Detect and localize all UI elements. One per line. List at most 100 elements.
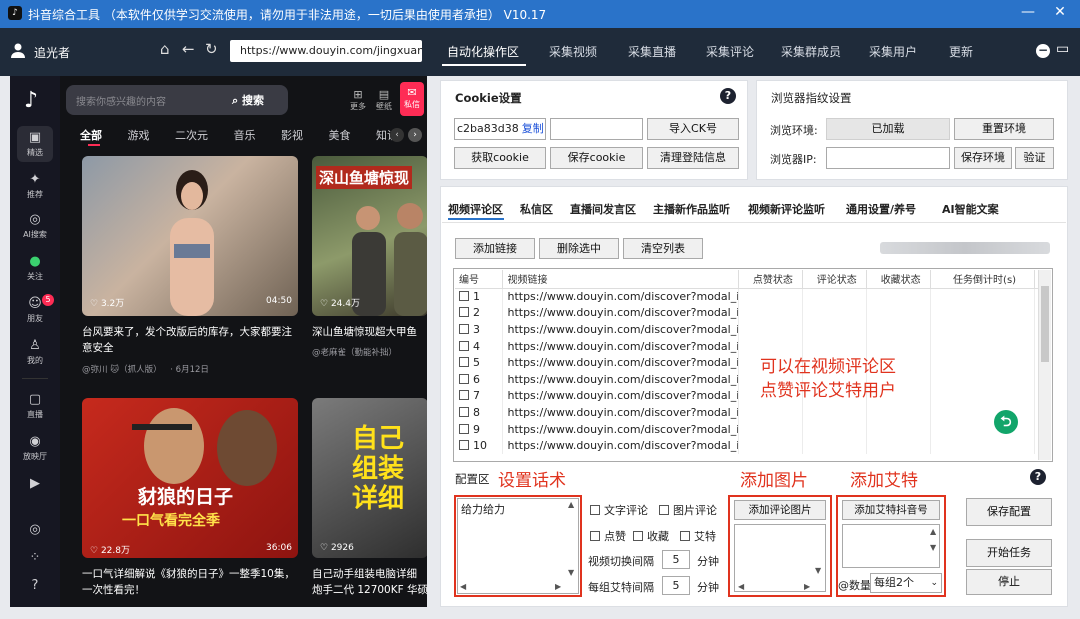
side-help[interactable]: ? — [10, 578, 60, 595]
table-row[interactable]: 4 https://www.douyin.com/discover?modal_i… — [455, 337, 1052, 355]
table-row[interactable]: 6 https://www.douyin.com/discover?modal_i… — [455, 370, 1052, 388]
row-checkbox[interactable] — [459, 357, 469, 368]
row-checkbox[interactable] — [459, 323, 469, 334]
category-games[interactable]: 游戏 — [128, 129, 150, 142]
switch-interval-input[interactable]: 5 — [662, 550, 690, 569]
douyin-search-bar[interactable]: 搜索你感兴趣的内容 ⌕ 搜索 — [66, 85, 288, 115]
row-no[interactable]: 2 — [455, 304, 504, 322]
minimize-button[interactable]: — — [1016, 4, 1040, 20]
cb-image-comment[interactable]: 图片评论 — [659, 502, 717, 518]
tab-collect-video[interactable]: 采集视频 — [549, 43, 597, 60]
url-field[interactable]: https://www.douyin.com/jingxuan — [230, 40, 422, 62]
get-cookie-button[interactable]: 获取cookie — [454, 147, 546, 169]
cookie-value-field[interactable]: c2ba83d38 复制 — [454, 118, 546, 140]
save-config-button[interactable]: 保存配置 — [966, 498, 1052, 526]
checkbox[interactable] — [680, 531, 690, 541]
category-prev-icon[interactable]: ‹ — [390, 128, 404, 142]
add-comment-image-button[interactable]: 添加评论图片 — [734, 500, 826, 520]
tab-collect-group[interactable]: 采集群成员 — [781, 43, 841, 60]
table-row[interactable]: 7 https://www.douyin.com/discover?modal_i… — [455, 387, 1052, 405]
top-more[interactable]: ⊞ 更多 — [348, 88, 368, 112]
home-icon[interactable]: ⌂ — [160, 40, 170, 58]
table-row[interactable]: 8 https://www.douyin.com/discover?modal_i… — [455, 404, 1052, 421]
checkbox[interactable] — [633, 531, 643, 541]
mention-scroll-down-icon[interactable]: ▼ — [930, 543, 936, 552]
table-row[interactable]: 5 https://www.douyin.com/discover?modal_i… — [455, 354, 1052, 371]
side-ai-search[interactable]: ◎ AI搜索 — [10, 212, 60, 240]
reset-env-button[interactable]: 重置环境 — [954, 118, 1054, 140]
image-list[interactable] — [734, 524, 826, 592]
top-wallpaper[interactable]: ▤ 壁纸 — [374, 88, 394, 112]
config-help-icon[interactable]: ? — [1030, 469, 1046, 485]
video-title-4[interactable]: 自己动手组装电脑详细 炮手二代 12700KF 华硕 — [312, 566, 427, 598]
video-title-3[interactable]: 一口气详细解说《豺狼的日子》一整季10集，一次性看完！ — [82, 566, 298, 598]
row-checkbox[interactable] — [459, 307, 469, 318]
import-ck-button[interactable]: 导入CK号 — [647, 118, 739, 140]
row-url[interactable]: https://www.douyin.com/discover?modal_id — [502, 288, 740, 305]
top-message[interactable]: ✉ 私信 — [400, 82, 424, 116]
tab-new-works[interactable]: 主播新作品监听 — [653, 201, 730, 217]
row-no[interactable]: 5 — [455, 354, 504, 371]
video-card-4[interactable]: 自己组装详细 ♡ 2926 — [312, 398, 427, 558]
row-checkbox[interactable] — [459, 423, 469, 434]
side-apps[interactable]: ⁘ — [10, 550, 60, 567]
row-checkbox[interactable] — [459, 390, 469, 401]
tab-update[interactable]: 更新 — [949, 43, 973, 60]
table-row[interactable]: 9 https://www.douyin.com/discover?modal_i… — [455, 420, 1052, 438]
row-url[interactable]: https://www.douyin.com/discover?modal_id — [502, 387, 740, 405]
row-no[interactable]: 3 — [455, 321, 504, 338]
table-row[interactable]: 3 https://www.douyin.com/discover?modal_i… — [455, 321, 1052, 338]
row-no[interactable]: 8 — [455, 404, 504, 421]
tab-automation[interactable]: 自动化操作区 — [447, 43, 519, 60]
row-url[interactable]: https://www.douyin.com/discover?modal_id — [502, 437, 740, 454]
table-row[interactable]: 1 https://www.douyin.com/discover?modal_i… — [455, 288, 1052, 305]
table-row[interactable]: 2 https://www.douyin.com/discover?modal_i… — [455, 304, 1052, 322]
side-aime[interactable]: ▶ — [10, 476, 60, 493]
mention-scroll-up-icon[interactable]: ▲ — [930, 527, 936, 536]
video-card-2[interactable]: 深山鱼塘惊现 ♡ 24.4万 — [312, 156, 427, 316]
close-button[interactable]: ✕ — [1048, 4, 1072, 20]
category-anime[interactable]: 二次元 — [175, 129, 208, 142]
side-settings[interactable]: ◎ — [10, 522, 60, 539]
row-checkbox[interactable] — [459, 340, 469, 351]
back-icon[interactable]: ← — [182, 40, 195, 58]
clear-list-button[interactable]: 清空列表 — [623, 238, 703, 259]
copy-link[interactable]: 复制 — [522, 122, 544, 135]
row-checkbox[interactable] — [459, 406, 469, 417]
checkbox[interactable] — [590, 531, 600, 541]
collapse-icon[interactable]: − — [1036, 44, 1050, 58]
tab-private-msg[interactable]: 私信区 — [520, 201, 553, 217]
side-follow[interactable]: ● 关注 — [10, 254, 60, 282]
video-card-3[interactable]: 豺狼的日子 一口气看完全季 ♡ 22.8万 36:06 — [82, 398, 298, 558]
verify-button[interactable]: 验证 — [1015, 147, 1054, 169]
add-mention-button[interactable]: 添加艾特抖音号 — [842, 500, 940, 520]
row-no[interactable]: 10 — [455, 437, 504, 454]
table-scroll-thumb[interactable] — [1041, 286, 1049, 362]
script-scroll-left-icon[interactable]: ◀ — [460, 582, 466, 591]
refresh-icon[interactable]: ↻ — [205, 40, 218, 58]
side-me[interactable]: ♙ 我的 — [10, 338, 60, 366]
tab-collect-comments[interactable]: 采集评论 — [706, 43, 754, 60]
save-cookie-button[interactable]: 保存cookie — [550, 147, 643, 169]
category-music[interactable]: 音乐 — [234, 129, 256, 142]
cb-text-comment[interactable]: 文字评论 — [590, 502, 648, 518]
tab-new-comments[interactable]: 视频新评论监听 — [748, 201, 825, 217]
clear-login-button[interactable]: 清理登陆信息 — [647, 147, 739, 169]
table-scrollbar[interactable] — [1038, 270, 1051, 460]
row-checkbox[interactable] — [459, 440, 469, 451]
cookie-input[interactable] — [550, 118, 643, 140]
image-scroll-down-icon[interactable]: ▼ — [815, 566, 821, 575]
browser-ip-field[interactable] — [826, 147, 950, 169]
image-scroll-left-icon[interactable]: ◀ — [738, 582, 744, 591]
start-task-button[interactable]: 开始任务 — [966, 539, 1052, 567]
help-icon[interactable]: ? — [720, 88, 736, 104]
row-url[interactable]: https://www.douyin.com/discover?modal_id — [502, 420, 740, 438]
side-featured[interactable]: ▣ 精选 — [17, 126, 53, 162]
side-theater[interactable]: ◉ 放映厅 — [10, 434, 60, 462]
row-checkbox[interactable] — [459, 291, 469, 302]
row-url[interactable]: https://www.douyin.com/discover?modal_id — [502, 370, 740, 388]
delete-selected-button[interactable]: 删除选中 — [539, 238, 619, 259]
video-card-1[interactable]: ♡ 3.2万 04:50 — [82, 156, 298, 316]
category-film[interactable]: 影视 — [281, 129, 303, 142]
mention-list[interactable] — [842, 524, 940, 568]
